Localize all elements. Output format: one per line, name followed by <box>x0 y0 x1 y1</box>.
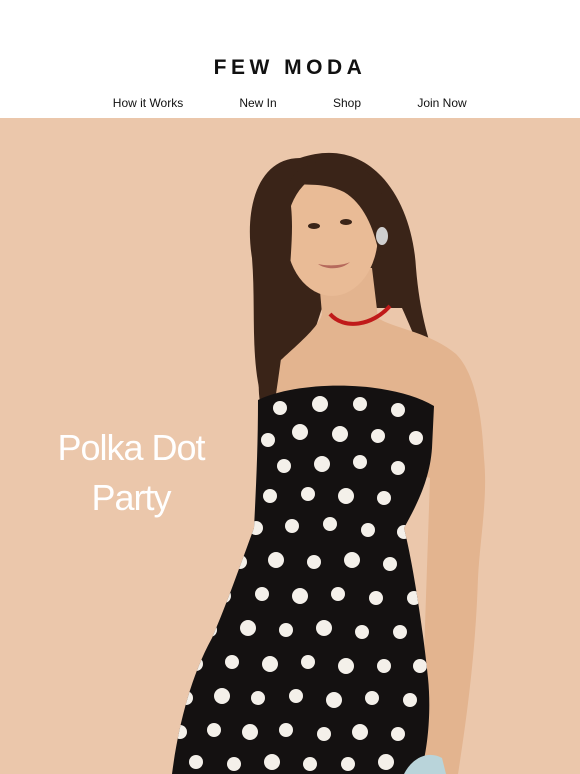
eye-right <box>340 219 352 225</box>
nav-new-in[interactable]: New In <box>239 95 276 111</box>
headline-line-2: Party <box>91 477 171 518</box>
headline-line-1: Polka Dot <box>57 427 205 468</box>
brand-logo[interactable]: FEW MODA <box>0 55 580 81</box>
hero-banner[interactable]: Polka Dot Party <box>0 118 580 774</box>
email-header: FEW MODA How it Works New In Shop Join N… <box>0 0 580 118</box>
nav-join-now[interactable]: Join Now <box>417 95 466 111</box>
hero-headline: Polka Dot Party <box>22 423 240 523</box>
nav-how-it-works[interactable]: How it Works <box>113 95 183 111</box>
main-nav: How it Works New In Shop Join Now <box>0 95 580 111</box>
nav-shop[interactable]: Shop <box>333 95 361 111</box>
earring <box>376 227 388 245</box>
eye-left <box>308 223 320 229</box>
